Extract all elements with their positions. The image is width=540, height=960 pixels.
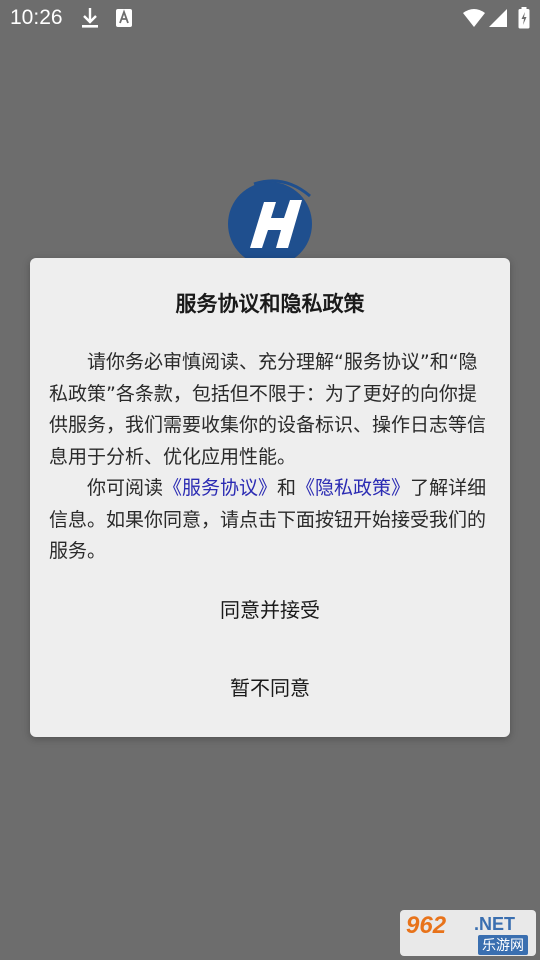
dialog-title: 服务协议和隐私政策 [175,292,365,316]
watermark-net: .NET [474,914,516,934]
wifi-icon [462,8,486,32]
paragraph-2-and: 和 [277,477,297,499]
download-icon [80,6,100,34]
privacy-policy-link[interactable]: 《隐私政策》 [296,477,410,499]
signal-icon [488,8,508,32]
watermark-logo: 962 .NET 乐游网 [400,910,536,956]
battery-charging-icon [518,7,530,33]
watermark-brand: 962 [406,912,447,939]
app-logo [224,178,316,266]
text-a-icon [115,8,133,32]
service-agreement-link[interactable]: 《服务协议》 [163,477,277,499]
status-bar: 10:26 [0,0,540,36]
dialog-body: 请你务必审慎阅读、充分理解“服务协议”和“隐私政策”各条款，包括但不限于：为了更… [49,347,495,568]
status-time: 10:26 [10,6,63,29]
agree-button[interactable]: 同意并接受 [30,594,510,623]
watermark-site: 乐游网 [478,935,528,955]
dialog-paragraph-2: 你可阅读《服务协议》和《隐私政策》了解详细信息。如果你同意，请点击下面按钮开始接… [49,473,495,568]
disagree-button[interactable]: 暂不同意 [30,672,510,701]
privacy-dialog: 服务协议和隐私政策 请你务必审慎阅读、充分理解“服务协议”和“隐私政策”各条款，… [30,258,510,737]
paragraph-2-prefix: 你可阅读 [87,477,164,499]
dialog-paragraph-1: 请你务必审慎阅读、充分理解“服务协议”和“隐私政策”各条款，包括但不限于：为了更… [49,351,487,468]
